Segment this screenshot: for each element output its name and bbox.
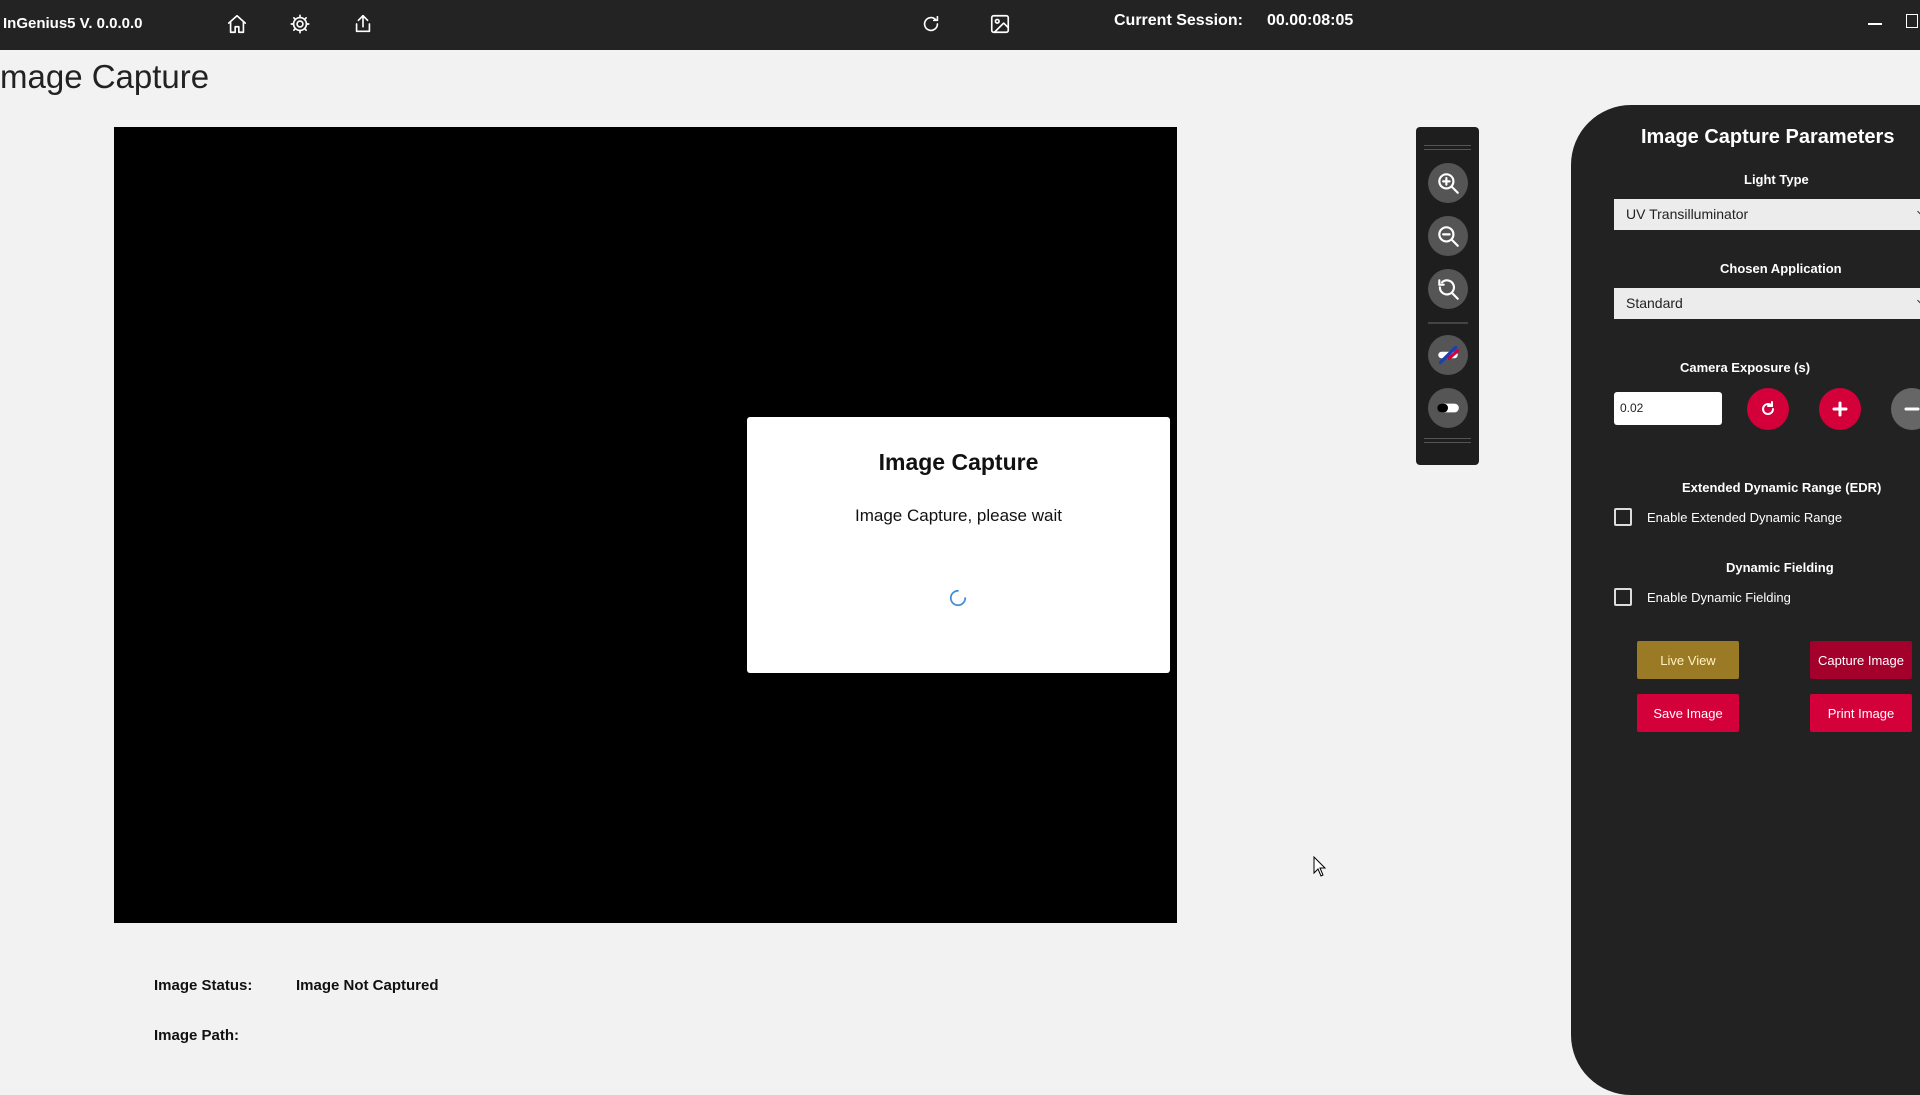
loading-spinner-icon [949, 589, 967, 607]
image-status-label: Image Status: [154, 977, 253, 994]
save-image-button[interactable]: Save Image [1637, 694, 1739, 732]
image-path-label: Image Path: [154, 1027, 240, 1044]
zoom-in-icon[interactable] [1428, 163, 1468, 203]
image-status-value: Image Not Captured [296, 977, 439, 994]
dynamic-fielding-label: Dynamic Fielding [1726, 560, 1834, 575]
zoom-out-icon[interactable] [1428, 216, 1468, 256]
dialog-title: Image Capture [878, 449, 1039, 475]
live-view-button[interactable]: Live View [1637, 641, 1739, 679]
capture-image-button[interactable]: Capture Image [1810, 641, 1912, 679]
edr-checkbox[interactable] [1614, 508, 1632, 526]
mouse-cursor-icon [1313, 856, 1327, 877]
dialog-message: Image Capture, please wait [855, 506, 1062, 525]
panel-title: Image Capture Parameters [1641, 126, 1895, 148]
capture-parameters-panel: Image Capture Parameters Light Type UV T… [1571, 105, 1920, 1095]
home-icon[interactable] [223, 10, 251, 38]
gear-icon[interactable] [286, 10, 314, 38]
contrast-adjust-icon[interactable] [1428, 335, 1468, 375]
light-type-select[interactable]: UV Transilluminator [1614, 199, 1920, 230]
minimize-button[interactable] [1866, 14, 1886, 34]
app-title: InGenius5 V. 0.0.0.0 [3, 15, 143, 32]
light-type-value: UV Transilluminator [1626, 206, 1749, 222]
dynamic-fielding-checkbox-label[interactable]: Enable Dynamic Fielding [1647, 590, 1791, 605]
exposure-label: Camera Exposure (s) [1680, 360, 1811, 375]
exposure-input[interactable]: 0.02 [1614, 392, 1722, 425]
decrease-exposure-button[interactable] [1891, 388, 1920, 430]
application-label: Chosen Application [1720, 261, 1842, 276]
increase-exposure-button[interactable] [1819, 388, 1861, 430]
title-bar: InGenius5 V. 0.0.0.0 Current Session: 00… [0, 0, 1920, 50]
invert-icon[interactable] [1428, 388, 1468, 428]
page-title: mage Capture [0, 58, 210, 95]
toolstrip-grip [1424, 438, 1471, 439]
edr-section-label: Extended Dynamic Range (EDR) [1682, 480, 1882, 495]
image-icon[interactable] [986, 10, 1014, 38]
application-value: Standard [1626, 295, 1683, 311]
image-toolstrip [1416, 127, 1479, 465]
session-timer: 00.00:08:05 [1267, 12, 1354, 29]
zoom-reset-icon[interactable] [1428, 269, 1468, 309]
capture-progress-dialog: Image Capture Image Capture, please wait [747, 417, 1170, 673]
share-icon[interactable] [349, 10, 377, 38]
maximize-button[interactable] [1906, 14, 1918, 28]
toolstrip-grip [1424, 442, 1471, 443]
print-image-button[interactable]: Print Image [1810, 694, 1912, 732]
edr-checkbox-label[interactable]: Enable Extended Dynamic Range [1647, 510, 1842, 525]
toolstrip-grip [1424, 145, 1471, 146]
application-select[interactable]: Standard [1614, 288, 1920, 319]
light-type-label: Light Type [1744, 172, 1809, 187]
refresh-icon[interactable] [917, 10, 945, 38]
toolstrip-grip [1424, 149, 1471, 150]
reset-exposure-button[interactable] [1747, 388, 1789, 430]
session-label: Current Session: [1114, 12, 1243, 29]
dynamic-fielding-checkbox[interactable] [1614, 588, 1632, 606]
toolstrip-divider [1428, 322, 1468, 324]
